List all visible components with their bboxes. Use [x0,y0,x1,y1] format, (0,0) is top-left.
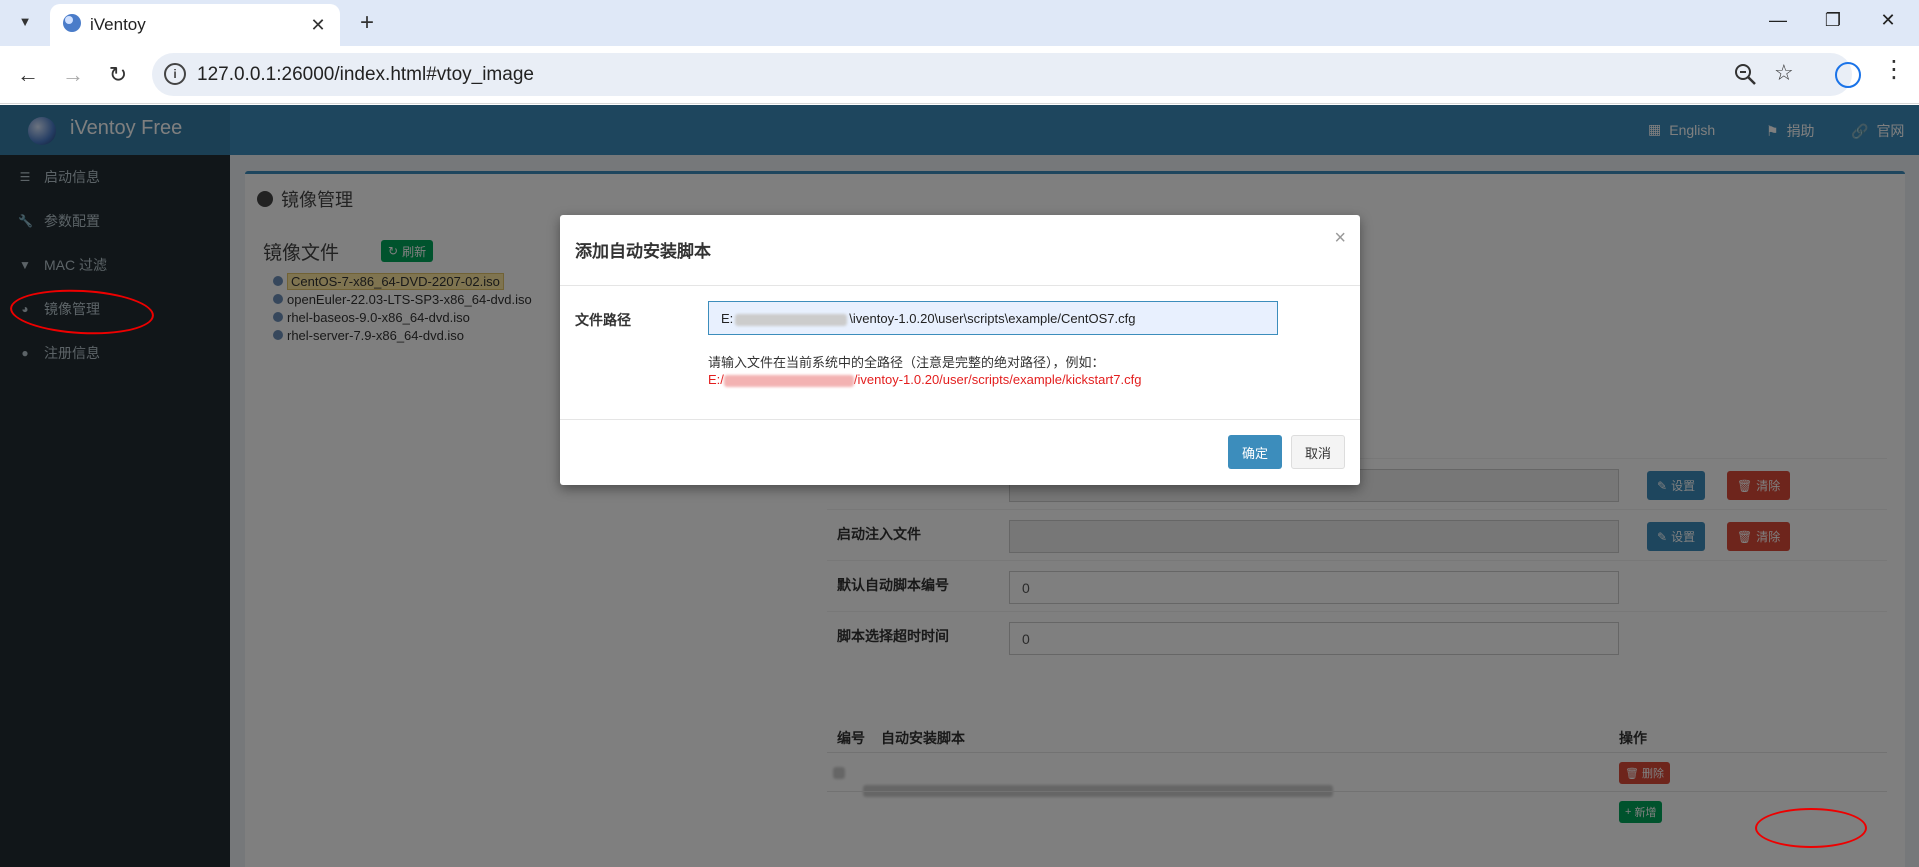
example-prefix: E:/ [708,372,724,387]
site-info-icon[interactable]: i [164,63,186,85]
file-path-input[interactable]: E: \iventoy-1.0.20\user\scripts\example/C… [708,301,1278,335]
tab-strip: ▼ iVentoy ✕ + — ❐ ✕ [0,0,1919,46]
restore-icon[interactable]: ❐ [1806,0,1860,40]
browser-tab[interactable]: iVentoy ✕ [50,4,340,46]
chevron-down-icon: ▼ [18,13,32,29]
close-tab-icon[interactable]: ✕ [306,13,330,37]
browser-toolbar: ← → ↻ i 127.0.0.1:26000/index.html#vtoy_… [0,46,1919,104]
back-icon[interactable]: ← [11,58,45,92]
annotation-circle-add [1755,808,1867,848]
path-prefix: E: [721,311,734,326]
profile-icon[interactable] [1835,62,1861,88]
new-tab-button[interactable]: + [352,8,382,38]
example-suffix: /iventoy-1.0.20/user/scripts/example/kic… [853,372,1142,387]
more-menu-icon[interactable]: ⋮ [1882,58,1906,82]
tab-title: iVentoy [90,15,146,34]
divider [560,419,1360,420]
zoom-icon[interactable] [1732,61,1760,89]
close-icon[interactable]: × [1334,227,1346,250]
reload-icon[interactable]: ↻ [101,58,135,92]
cancel-button[interactable]: 取消 [1291,435,1345,469]
address-bar[interactable]: i 127.0.0.1:26000/index.html#vtoy_image … [152,53,1852,96]
confirm-button[interactable]: 确定 [1228,435,1282,469]
dialog-title: 添加自动安装脚本 [575,242,711,261]
close-window-icon[interactable]: ✕ [1861,0,1915,40]
url-text: 127.0.0.1:26000/index.html#vtoy_image [197,64,534,85]
forward-icon[interactable]: → [56,58,90,92]
bookmark-star-icon[interactable]: ☆ [1774,60,1794,86]
tab-search-button[interactable]: ▼ [8,6,42,36]
iventoy-favicon-icon [62,13,82,33]
browser-window: ▼ iVentoy ✕ + — ❐ ✕ ← → ↻ i 127.0.0.1:26… [0,0,1919,867]
blurred-path [723,374,854,387]
blurred-path [735,313,848,326]
divider [560,285,1360,286]
hint-text: 请输入文件在当前系统中的全路径（注意是完整的绝对路径），例如： [708,355,1105,370]
example-path: E:/ /iventoy-1.0.20/user/scripts/example/… [708,372,1141,387]
path-suffix: \iventoy-1.0.20\user\scripts\example/Cen… [849,311,1136,326]
file-path-label: 文件路径 [575,312,631,328]
minimize-icon[interactable]: — [1751,0,1805,40]
add-script-dialog: 添加自动安装脚本 × 文件路径 E: \iventoy-1.0.20\user\s… [560,215,1360,485]
